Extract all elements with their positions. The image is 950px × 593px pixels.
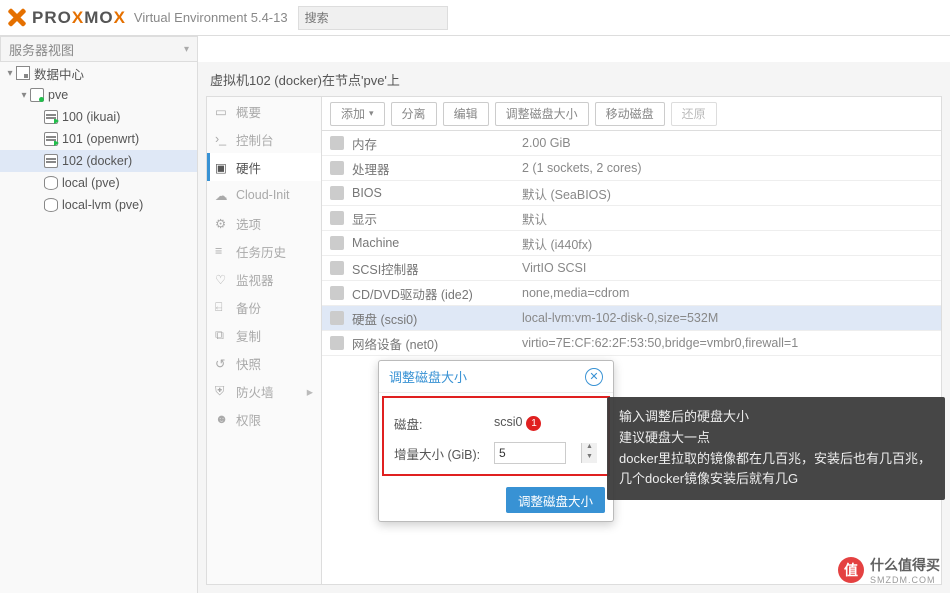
- menu-permissions[interactable]: ☻权限: [207, 405, 321, 433]
- disk-value: scsi01: [494, 415, 598, 431]
- bios-icon: [330, 186, 344, 200]
- hw-row-cdrom[interactable]: CD/DVD驱动器 (ide2)none,media=cdrom: [322, 281, 941, 306]
- size-label: 增量大小 (GiB):: [394, 444, 494, 463]
- spin-up-icon[interactable]: ▲: [581, 443, 597, 453]
- menu-snapshot[interactable]: ↺快照: [207, 349, 321, 377]
- hw-row-cpu[interactable]: 处理器2 (1 sockets, 2 cores): [322, 156, 941, 181]
- hardware-toolbar: 添加▾ 分离 编辑 调整磁盘大小 移动磁盘 还原: [322, 97, 941, 131]
- tree-vm-101[interactable]: 101 (openwrt): [0, 128, 197, 150]
- view-selector[interactable]: 服务器视图 ▾: [0, 36, 198, 62]
- revert-button[interactable]: 还原: [671, 102, 717, 126]
- collapse-icon[interactable]: ▾: [18, 90, 30, 101]
- memory-icon: [330, 136, 344, 150]
- menu-backup[interactable]: ⍇备份: [207, 293, 321, 321]
- disk-label: 磁盘:: [394, 414, 494, 433]
- breadcrumb: 虚拟机102 (docker)在节点'pve'上: [198, 62, 950, 96]
- hw-row-harddisk[interactable]: 硬盘 (scsi0)local-lvm:vm-102-disk-0,size=5…: [322, 306, 941, 331]
- menu-summary[interactable]: ▭概要: [207, 97, 321, 125]
- hw-row-bios[interactable]: BIOS默认 (SeaBIOS): [322, 181, 941, 206]
- console-icon: ›_: [215, 132, 229, 146]
- hw-row-scsi[interactable]: SCSI控制器VirtIO SCSI: [322, 256, 941, 281]
- menu-cloudinit[interactable]: ☁Cloud-Init: [207, 181, 321, 209]
- menu-firewall[interactable]: ⛨防火墙▸: [207, 377, 321, 405]
- search-input[interactable]: [298, 6, 448, 30]
- hw-row-memory[interactable]: 内存2.00 GiB: [322, 131, 941, 156]
- size-increment-input[interactable]: [494, 442, 566, 464]
- tree-node-pve[interactable]: ▾ pve: [0, 84, 197, 106]
- menu-hardware[interactable]: ▣硬件: [207, 153, 321, 181]
- display-icon: [330, 211, 344, 225]
- hardware-icon: ▣: [215, 160, 229, 174]
- machine-icon: [330, 236, 344, 250]
- product-version: Virtual Environment 5.4-13: [134, 10, 288, 25]
- spin-down-icon[interactable]: ▼: [581, 453, 597, 463]
- network-icon: [330, 336, 344, 350]
- collapse-icon[interactable]: ▾: [4, 68, 16, 79]
- datacenter-icon: [16, 66, 30, 80]
- vm-stopped-icon: [44, 154, 58, 168]
- copy-icon: ⧉: [215, 328, 229, 342]
- resize-disk-dialog: 调整磁盘大小 ✕ 磁盘: scsi01 增量大小 (GiB): ▲▼ 调整磁盘大…: [378, 360, 614, 522]
- hdd-icon: [330, 311, 344, 325]
- storage-icon: [44, 198, 58, 212]
- logo-icon: [6, 7, 28, 29]
- cpu-icon: [330, 161, 344, 175]
- controller-icon: [330, 261, 344, 275]
- tree-datacenter[interactable]: ▾ 数据中心: [0, 62, 197, 84]
- node-icon: [30, 88, 44, 102]
- vm-running-icon: [44, 110, 58, 124]
- chevron-down-icon: ▾: [369, 108, 374, 119]
- hw-row-network[interactable]: 网络设备 (net0)virtio=7E:CF:62:2F:53:50,brid…: [322, 331, 941, 356]
- top-header: PROXMOX Virtual Environment 5.4-13: [0, 0, 950, 36]
- resource-tree: ▾ 数据中心 ▾ pve 100 (ikuai) 101 (openwrt) 1…: [0, 62, 198, 593]
- gear-icon: ⚙: [215, 216, 229, 230]
- config-menu: ▭概要 ›_控制台 ▣硬件 ☁Cloud-Init ⚙选项 ≡任务历史 ♡监视器…: [207, 97, 322, 584]
- tree-vm-102[interactable]: 102 (docker): [0, 150, 197, 172]
- tree-storage-local[interactable]: local (pve): [0, 172, 197, 194]
- dialog-title: 调整磁盘大小: [389, 367, 467, 386]
- edit-button[interactable]: 编辑: [443, 102, 489, 126]
- disc-icon: [330, 286, 344, 300]
- logo-text: PROXMOX: [32, 8, 126, 28]
- resize-confirm-button[interactable]: 调整磁盘大小: [506, 487, 605, 513]
- history-icon: ↺: [215, 356, 229, 370]
- heartbeat-icon: ♡: [215, 272, 229, 286]
- chevron-down-icon: ▾: [184, 44, 189, 55]
- chevron-right-icon: ▸: [307, 384, 313, 399]
- hw-row-machine[interactable]: Machine默认 (i440fx): [322, 231, 941, 256]
- tree-vm-100[interactable]: 100 (ikuai): [0, 106, 197, 128]
- menu-replication[interactable]: ⧉复制: [207, 321, 321, 349]
- user-icon: ☻: [215, 412, 229, 426]
- add-button[interactable]: 添加▾: [330, 102, 385, 126]
- vm-running-icon: [44, 132, 58, 146]
- storage-icon: [44, 176, 58, 190]
- tooltip-annotation: 输入调整后的硬盘大小 建议硬盘大一点 docker里拉取的镜像都在几百兆，安装后…: [607, 397, 945, 500]
- menu-monitor[interactable]: ♡监视器: [207, 265, 321, 293]
- backup-icon: ⍇: [215, 300, 229, 314]
- list-icon: ≡: [215, 244, 229, 258]
- menu-taskhistory[interactable]: ≡任务历史: [207, 237, 321, 265]
- resize-disk-button[interactable]: 调整磁盘大小: [495, 102, 589, 126]
- annotation-badge-1: 1: [526, 416, 541, 431]
- detach-button[interactable]: 分离: [391, 102, 437, 126]
- menu-options[interactable]: ⚙选项: [207, 209, 321, 237]
- close-button[interactable]: ✕: [585, 368, 603, 386]
- shield-icon: ⛨: [215, 384, 229, 398]
- hw-row-display[interactable]: 显示默认: [322, 206, 941, 231]
- cloud-icon: ☁: [215, 188, 229, 202]
- tree-storage-local-lvm[interactable]: local-lvm (pve): [0, 194, 197, 216]
- watermark-badge-icon: 值: [838, 557, 864, 583]
- move-disk-button[interactable]: 移动磁盘: [595, 102, 665, 126]
- watermark: 值 什么值得买 SMZDM.COM: [838, 555, 940, 585]
- menu-console[interactable]: ›_控制台: [207, 125, 321, 153]
- summary-icon: ▭: [215, 104, 229, 118]
